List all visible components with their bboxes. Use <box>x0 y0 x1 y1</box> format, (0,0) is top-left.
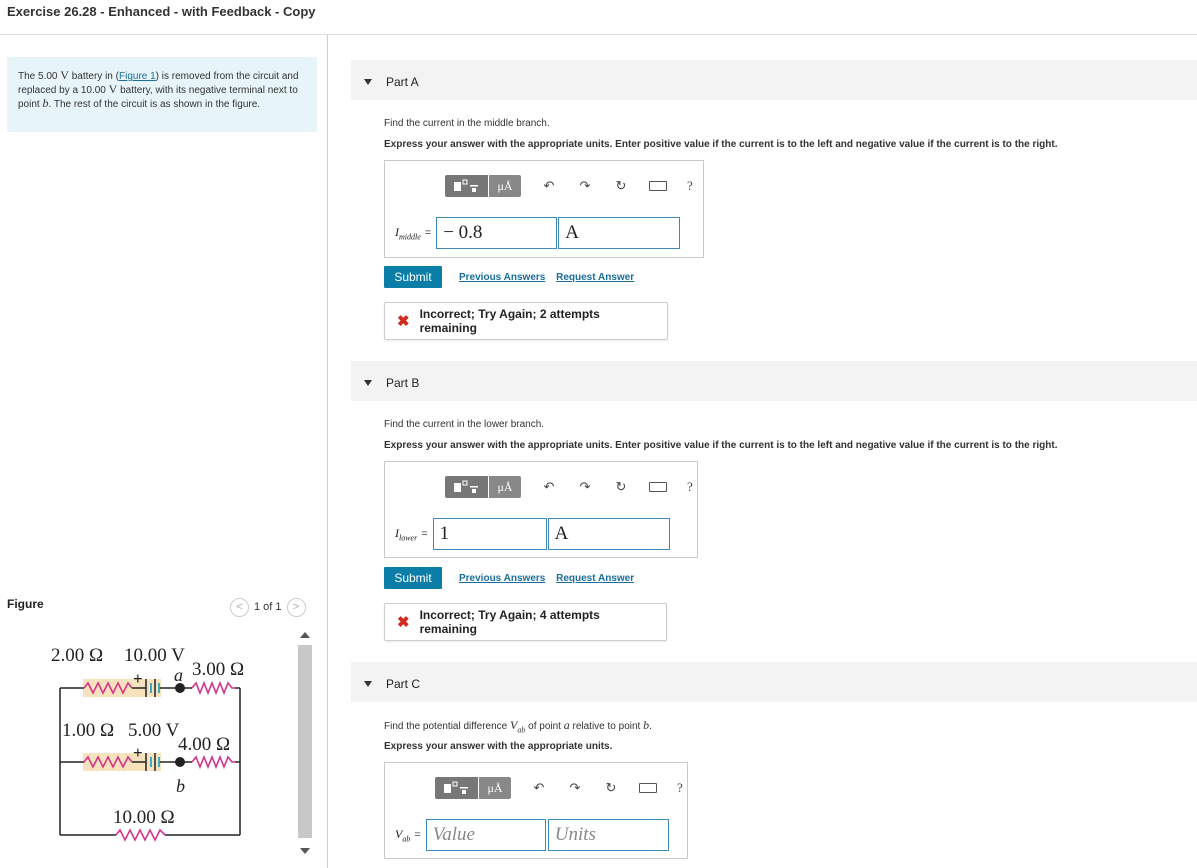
part-a-request-answer-link[interactable]: Request Answer <box>556 272 634 283</box>
scroll-up-arrow-icon[interactable] <box>300 632 310 638</box>
reset-icon[interactable]: ↻ <box>613 479 629 495</box>
part-c-variable: Vab <box>395 826 411 844</box>
part-c-header[interactable]: Part C <box>351 662 1197 702</box>
part-b-variable: Ilower <box>395 525 418 543</box>
label-v1: 10.00 V <box>124 645 185 666</box>
redo-icon[interactable]: ↷ <box>567 780 583 796</box>
help-icon[interactable]: ? <box>677 780 683 796</box>
label-b: b <box>176 776 185 796</box>
part-b-question: Find the current in the lower branch. <box>384 419 545 430</box>
resistor-3ohm <box>191 680 235 696</box>
help-icon[interactable]: ? <box>687 479 693 495</box>
part-a-value-input[interactable]: − 0.8 <box>436 217 558 249</box>
label-r1: 2.00 Ω <box>51 645 103 666</box>
part-c-toolbar: μÅ ↶ ↷ ↻ ? <box>435 777 683 799</box>
part-b-links: Previous Answers Request Answer <box>459 573 642 584</box>
undo-icon[interactable]: ↶ <box>531 780 547 796</box>
figure-heading: Figure <box>7 597 44 611</box>
label-r2: 3.00 Ω <box>192 659 244 680</box>
part-b-request-answer-link[interactable]: Request Answer <box>556 573 634 584</box>
templates-icon <box>443 781 468 794</box>
figure-pager: < 1 of 1 > <box>230 597 306 617</box>
keyboard-icon[interactable] <box>639 783 657 793</box>
part-c-units-input[interactable]: Units <box>547 819 669 851</box>
part-a-answer-row: Imiddle = − 0.8 A <box>395 217 681 249</box>
templates-button[interactable] <box>445 476 488 498</box>
resistor-10ohm <box>115 828 166 842</box>
part-b-feedback: ✖ Incorrect; Try Again; 4 attempts remai… <box>384 603 667 641</box>
title-divider <box>0 34 1197 35</box>
part-b-label: Part B <box>386 376 420 390</box>
label-r4: 4.00 Ω <box>178 734 230 755</box>
templates-button[interactable] <box>435 777 478 799</box>
label-r3: 1.00 Ω <box>62 720 114 741</box>
templates-icon <box>453 480 478 493</box>
part-c-value-input[interactable]: Value <box>425 819 546 851</box>
reset-icon[interactable]: ↻ <box>603 780 619 796</box>
templates-icon <box>453 179 478 192</box>
units-button[interactable]: μÅ <box>479 777 511 799</box>
part-a-instruction: Express your answer with the appropriate… <box>384 139 1058 150</box>
undo-icon[interactable]: ↶ <box>541 178 557 194</box>
part-a-header[interactable]: Part A <box>351 60 1197 100</box>
templates-button[interactable] <box>445 175 488 197</box>
part-c-question: Find the potential difference Vab of poi… <box>384 718 652 735</box>
part-a-units-input[interactable]: A <box>558 217 681 249</box>
scroll-down-arrow-icon[interactable] <box>300 848 310 854</box>
keyboard-icon[interactable] <box>649 482 667 492</box>
figure-link[interactable]: Figure 1 <box>119 71 156 82</box>
reset-icon[interactable]: ↻ <box>613 178 629 194</box>
part-a-variable: Imiddle <box>395 224 421 242</box>
undo-icon[interactable]: ↶ <box>541 479 557 495</box>
next-figure-button[interactable]: > <box>286 597 306 617</box>
part-a-submit-button[interactable]: Submit <box>384 266 442 288</box>
part-a-question: Find the current in the middle branch. <box>384 118 550 129</box>
part-b-answer-box: μÅ ↶ ↷ ↻ ? Ilower = 1 A <box>384 461 698 558</box>
part-c-answer-box: μÅ ↶ ↷ ↻ ? Vab = Value Units <box>384 762 688 859</box>
part-c-answer-row: Vab = Value Units <box>395 819 669 851</box>
error-x-icon: ✖ <box>397 614 410 631</box>
circuit-diagram: 2.00 Ω 10.00 V a 3.00 Ω + 1.00 Ω 5.00 V … <box>51 645 244 842</box>
scroll-thumb[interactable] <box>298 645 312 838</box>
part-b-toolbar: μÅ ↶ ↷ ↻ ? <box>445 476 693 498</box>
redo-icon[interactable]: ↷ <box>577 178 593 194</box>
part-b-previous-answers-link[interactable]: Previous Answers <box>459 573 545 584</box>
part-b-answer-row: Ilower = 1 A <box>395 518 670 550</box>
part-b-header[interactable]: Part B <box>351 361 1197 401</box>
redo-icon[interactable]: ↷ <box>577 479 593 495</box>
part-a-previous-answers-link[interactable]: Previous Answers <box>459 272 545 283</box>
label-plus-middle: + <box>133 743 143 762</box>
label-a: a <box>174 665 183 685</box>
part-b-units-input[interactable]: A <box>547 518 670 550</box>
part-a-feedback: ✖ Incorrect; Try Again; 2 attempts remai… <box>384 302 668 340</box>
part-b-instruction: Express your answer with the appropriate… <box>384 440 1058 451</box>
part-a-toolbar: μÅ ↶ ↷ ↻ ? <box>445 175 693 197</box>
units-button[interactable]: μÅ <box>489 175 521 197</box>
part-a-label: Part A <box>386 75 419 89</box>
part-c-label: Part C <box>386 677 421 691</box>
problem-statement: The 5.00 V battery in (Figure 1) is remo… <box>7 57 317 132</box>
part-a-links: Previous Answers Request Answer <box>459 272 642 283</box>
part-b-value-input[interactable]: 1 <box>432 518 547 550</box>
collapse-triangle-icon[interactable] <box>364 380 372 386</box>
help-icon[interactable]: ? <box>687 178 693 194</box>
error-x-icon: ✖ <box>397 313 410 330</box>
part-a-answer-box: μÅ ↶ ↷ ↻ ? Imiddle = − 0.8 A <box>384 160 704 258</box>
units-button[interactable]: μÅ <box>489 476 521 498</box>
label-plus-top: + <box>133 669 143 688</box>
resistor-4ohm <box>191 754 235 770</box>
part-c-instruction: Express your answer with the appropriate… <box>384 741 613 752</box>
label-v2: 5.00 V <box>128 720 180 741</box>
figure-scrollbar[interactable] <box>296 628 314 868</box>
page-title: Exercise 26.28 - Enhanced - with Feedbac… <box>7 4 316 19</box>
figure-page-count: 1 of 1 <box>254 601 282 613</box>
column-divider <box>327 35 328 868</box>
prev-figure-button[interactable]: < <box>230 597 249 617</box>
collapse-triangle-icon[interactable] <box>364 681 372 687</box>
collapse-triangle-icon[interactable] <box>364 79 372 85</box>
label-r5: 10.00 Ω <box>113 807 175 828</box>
keyboard-icon[interactable] <box>649 181 667 191</box>
part-b-submit-button[interactable]: Submit <box>384 567 442 589</box>
